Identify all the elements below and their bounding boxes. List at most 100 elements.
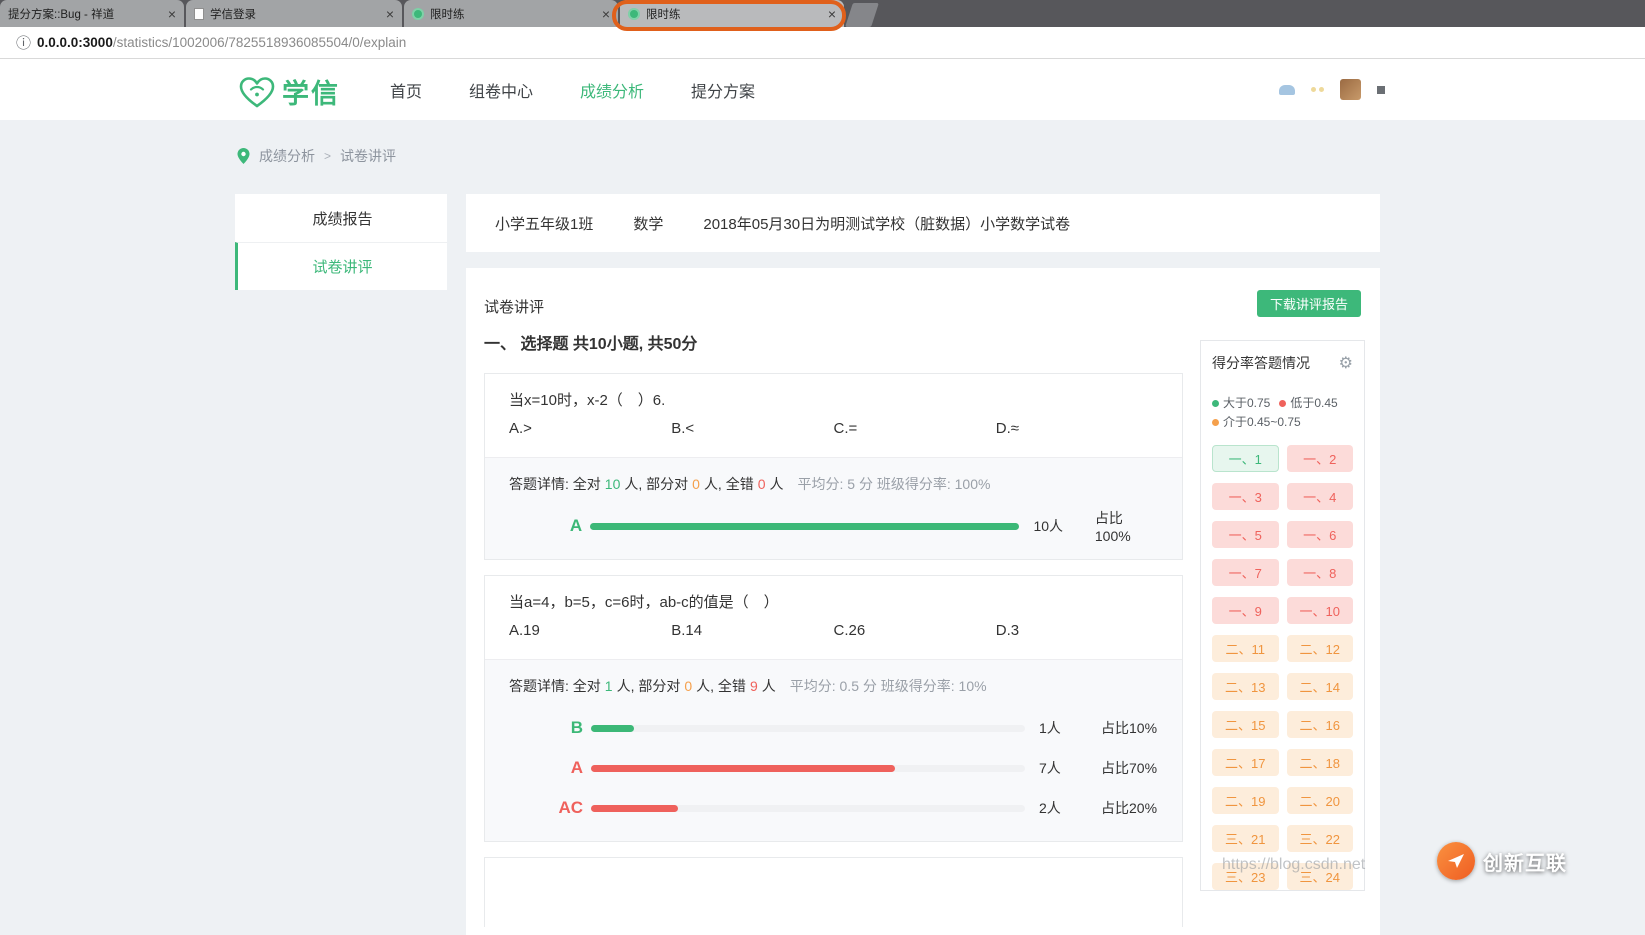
question-number-button[interactable]: 三、21	[1212, 825, 1279, 852]
question-number-button[interactable]: 二、20	[1287, 787, 1354, 814]
answer-detail-line: 答题详情: 全对10人, 部分对0人, 全错0人平均分: 5 分 班级得分率: …	[509, 474, 1158, 494]
question-number-button[interactable]: 一、3	[1212, 483, 1279, 510]
detail-mid1: 人, 部分对	[617, 678, 681, 694]
xuexin-favicon-icon	[412, 8, 424, 20]
bar-ratio: 占比100%	[1095, 508, 1158, 544]
count-all-wrong: 9	[750, 678, 758, 694]
nav-item-improvement-plan[interactable]: 提分方案	[691, 78, 755, 102]
new-tab-button[interactable]	[845, 3, 879, 27]
question-number-button[interactable]: 二、18	[1287, 749, 1354, 776]
question-number-button[interactable]: 一、6	[1287, 521, 1354, 548]
exam-subject: 数学	[633, 213, 663, 234]
question-number-button[interactable]: 一、8	[1287, 559, 1354, 586]
browser-tab-2[interactable]: 学信登录 ×	[186, 0, 402, 27]
bar-track	[591, 765, 1025, 772]
red-dot-icon	[1279, 400, 1286, 407]
download-report-button[interactable]: 下载讲评报告	[1257, 290, 1361, 317]
xuexin-logo-icon	[237, 75, 277, 109]
bar-ratio: 占比70%	[1101, 758, 1157, 778]
question-body: 当x=10时，x-2（ ）6. A.> B.< C.= D.≈	[485, 374, 1182, 457]
question-options: A.> B.< C.= D.≈	[509, 418, 1158, 439]
bar-count: 1人	[1039, 718, 1091, 738]
close-icon[interactable]: ×	[602, 7, 610, 21]
question-number-button[interactable]: 一、4	[1287, 483, 1354, 510]
nav-item-home[interactable]: 首页	[390, 78, 422, 102]
question-number-button[interactable]: 一、2	[1287, 445, 1354, 472]
question-number-button[interactable]: 一、5	[1212, 521, 1279, 548]
question-card-2: 当a=4，b=5，c=6时，ab-c的值是（ ） A.19 B.14 C.26 …	[484, 575, 1183, 842]
bar-count: 2人	[1039, 798, 1091, 818]
question-number-button[interactable]: 二、13	[1212, 673, 1279, 700]
answer-bar-row: B 1人 占比10%	[509, 717, 1158, 739]
breadcrumb-level2: 试卷讲评	[340, 146, 396, 166]
count-all-wrong: 0	[758, 476, 766, 492]
option-d: D.≈	[996, 418, 1158, 439]
question-number-button[interactable]: 二、12	[1287, 635, 1354, 662]
breadcrumb: 成绩分析 > 试卷讲评	[237, 146, 396, 166]
score-rate-panel: 得分率答题情况 ⚙ 大于0.75 低于0.45 介于0.45~0.75 一、1	[1200, 340, 1365, 891]
answer-bar-row: AC 2人 占比20%	[509, 797, 1158, 819]
main-nav: 首页 组卷中心 成绩分析 提分方案	[390, 59, 755, 120]
sidebar-item-score-report[interactable]: 成绩报告	[235, 194, 447, 242]
count-partial: 0	[692, 476, 700, 492]
question-number-button[interactable]: 二、19	[1212, 787, 1279, 814]
answer-letter: A	[509, 758, 583, 778]
option-d: D.3	[996, 620, 1158, 641]
bar-ratio: 占比20%	[1101, 798, 1157, 818]
detail-suffix: 人	[770, 476, 784, 492]
cloud-icon	[1279, 85, 1295, 95]
bar-count: 10人	[1033, 516, 1084, 536]
nav-item-paper-center[interactable]: 组卷中心	[469, 78, 533, 102]
logo-text: 学信	[282, 72, 340, 111]
report-sidebar: 成绩报告 试卷讲评	[235, 194, 447, 290]
question-card-3-partial	[484, 857, 1183, 927]
logo[interactable]: 学信	[237, 72, 340, 111]
question-number-button[interactable]: 二、15	[1212, 711, 1279, 738]
score-legend: 大于0.75 低于0.45 介于0.45~0.75	[1212, 394, 1353, 432]
question-number-button[interactable]: 一、7	[1212, 559, 1279, 586]
breadcrumb-level1[interactable]: 成绩分析	[259, 146, 315, 166]
rocket-icon	[1437, 842, 1475, 880]
bar-track	[591, 805, 1025, 812]
header-right	[1279, 59, 1385, 120]
score-panel-header: 得分率答题情况 ⚙	[1212, 353, 1353, 373]
question-number-button[interactable]: 一、1	[1212, 445, 1279, 472]
question-number-button[interactable]: 二、14	[1287, 673, 1354, 700]
url-text[interactable]: 0.0.0.0:3000/statistics/1002006/78255189…	[37, 35, 406, 50]
option-b: B.<	[671, 418, 833, 439]
question-number-button[interactable]: 二、11	[1212, 635, 1279, 662]
detail-suffix: 人	[762, 678, 776, 694]
info-icon[interactable]: ⓘ	[16, 32, 31, 53]
questions-column: 一、 选择题 共10小题, 共50分 当x=10时，x-2（ ）6. A.> B…	[484, 330, 1183, 935]
menu-icon[interactable]	[1377, 86, 1385, 94]
url-path: /statistics/1002006/7825518936085504/0/e…	[113, 35, 407, 50]
question-number-button[interactable]: 三、22	[1287, 825, 1354, 852]
question-number-button[interactable]: 一、9	[1212, 597, 1279, 624]
close-icon[interactable]: ×	[386, 7, 394, 21]
gear-icon[interactable]: ⚙	[1339, 353, 1353, 373]
url-bar[interactable]: ⓘ 0.0.0.0:3000/statistics/1002006/782551…	[0, 27, 1645, 59]
answer-bar-row: A 7人 占比70%	[509, 757, 1158, 779]
bar-count: 7人	[1039, 758, 1091, 778]
green-dot-icon	[1212, 400, 1219, 407]
avatar[interactable]	[1340, 79, 1361, 100]
close-icon[interactable]: ×	[168, 7, 176, 21]
nav-item-score-analysis[interactable]: 成绩分析	[580, 78, 644, 102]
question-number-button[interactable]: 二、17	[1212, 749, 1279, 776]
option-c: C.26	[834, 620, 996, 641]
panel-title: 试卷讲评	[484, 296, 544, 317]
browser-tab-1[interactable]: 提分方案::Bug - 祥道 ×	[0, 0, 184, 27]
count-all-correct: 1	[605, 678, 613, 694]
tab-title: 学信登录	[210, 6, 380, 22]
sidebar-item-paper-review[interactable]: 试卷讲评	[235, 242, 447, 290]
detail-prefix: 答题详情: 全对	[509, 476, 601, 492]
breadcrumb-separator: >	[324, 149, 331, 163]
browser-tab-3[interactable]: 限时练 ×	[404, 0, 618, 27]
question-number-button[interactable]: 一、10	[1287, 597, 1354, 624]
question-stem: 当a=4，b=5，c=6时，ab-c的值是（ ）	[509, 592, 1158, 613]
detail-mid2: 人, 全错	[704, 476, 754, 492]
bar-track	[590, 523, 1019, 530]
question-number-button[interactable]: 二、16	[1287, 711, 1354, 738]
exam-paper-title: 2018年05月30日为明测试学校（脏数据）小学数学试卷	[703, 213, 1070, 234]
option-a: A.>	[509, 418, 671, 439]
